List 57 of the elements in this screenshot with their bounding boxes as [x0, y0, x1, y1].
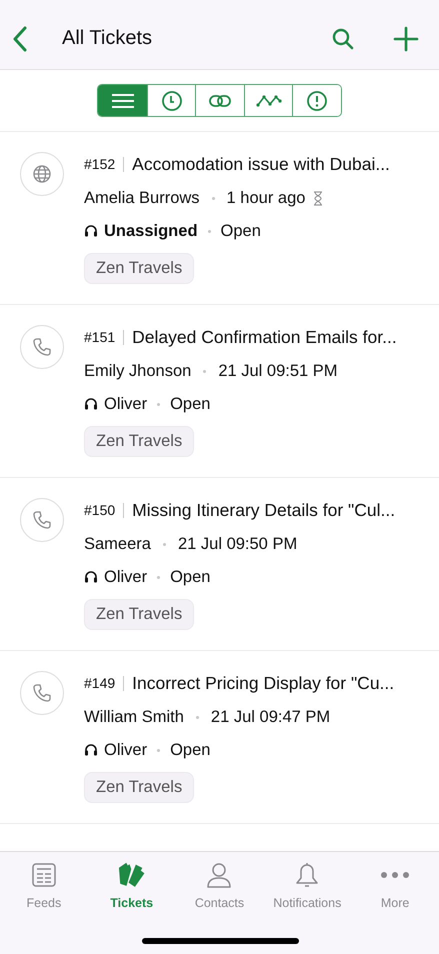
account-tag: Zen Travels	[84, 599, 194, 630]
headset-icon	[84, 397, 98, 411]
tab-bar-item[interactable]: Feeds	[0, 860, 88, 910]
ticket-row[interactable]: #152 Accomodation issue with Dubai... Amelia Burrows 1 hour ago Unassigned Open Zen Travels	[0, 132, 439, 305]
phone-icon	[32, 337, 52, 357]
tab-bar-item[interactable]: Tickets	[88, 860, 176, 910]
ticket-subject: Incorrect Pricing Display for "Cu...	[132, 672, 394, 694]
ticket-number: #151	[84, 329, 116, 345]
assignee: Oliver	[104, 568, 148, 586]
assignee: Oliver	[104, 740, 148, 760]
headset-icon	[84, 570, 98, 584]
tab-bar-item[interactable]: Contacts	[176, 860, 264, 910]
link-icon	[208, 92, 232, 108]
ticket-status: Open	[170, 740, 210, 760]
ticket-number: #150	[84, 502, 116, 518]
ticket-subject: Delayed Confirmation Emails for...	[132, 326, 397, 348]
screen-title: All Tickets	[62, 27, 152, 50]
headset-icon	[84, 743, 98, 757]
contact-name: Amelia Burrows	[84, 188, 200, 208]
ticket-subject: Accomodation issue with Dubai...	[132, 154, 390, 174]
phone-icon	[32, 683, 52, 703]
ticket-subject: Missing Itinerary Details for "Cul...	[132, 500, 396, 520]
ticket-number: #149	[84, 675, 116, 691]
clock-icon	[160, 90, 182, 112]
account-tag: Zen Travels	[84, 426, 194, 457]
assignee: Unassigned	[104, 222, 198, 240]
ticket-number: #152	[84, 156, 116, 172]
ticket-time: 21 Jul 09:47 PM	[210, 708, 330, 726]
contact-name: Sameera	[84, 534, 151, 554]
account-tag: Zen Travels	[84, 772, 194, 803]
view-tab[interactable]	[98, 85, 147, 116]
tab-bar-item[interactable]: Notifications	[263, 860, 352, 910]
view-tab[interactable]	[292, 85, 341, 116]
contact-name: Emily Jhonson	[84, 362, 192, 380]
headset-icon	[84, 224, 98, 238]
line-graph-icon	[256, 92, 282, 108]
phone-icon	[32, 510, 52, 530]
person-icon	[205, 861, 234, 889]
ticket-time: 21 Jul 09:50 PM	[178, 534, 298, 554]
assignee: Oliver	[104, 394, 148, 414]
account-tag: Zen Travels	[84, 253, 194, 284]
ticket-time: 21 Jul 09:51 PM	[218, 362, 338, 380]
ticket-time: 1 hour ago	[226, 188, 306, 208]
ticket-row[interactable]: #151 Delayed Confirmation Emails for... Emily Jhonson 21 Jul 09:51 PM Oliver Open Zen Travels	[0, 305, 439, 478]
contact-name: William Smith	[84, 708, 184, 726]
ticket-status: Open	[170, 394, 210, 414]
alert-icon	[306, 90, 328, 112]
tab-bar-item[interactable]: More	[351, 860, 439, 910]
list-icon	[110, 92, 134, 108]
ticket-status: Open	[220, 222, 261, 240]
newspaper-icon	[30, 861, 58, 889]
ticket-status: Open	[170, 568, 210, 586]
ticket-row[interactable]: #150 Missing Itinerary Details for "Cul... Sameera 21 Jul 09:50 PM Oliver Open Zen Travels	[0, 478, 439, 651]
more-icon	[380, 871, 410, 879]
ticket-row[interactable]: #149 Incorrect Pricing Display for "Cu... William Smith 21 Jul 09:47 PM Oliver Open Zen Travels	[0, 651, 439, 824]
globe-icon	[32, 164, 52, 184]
tickets-icon	[116, 861, 147, 889]
